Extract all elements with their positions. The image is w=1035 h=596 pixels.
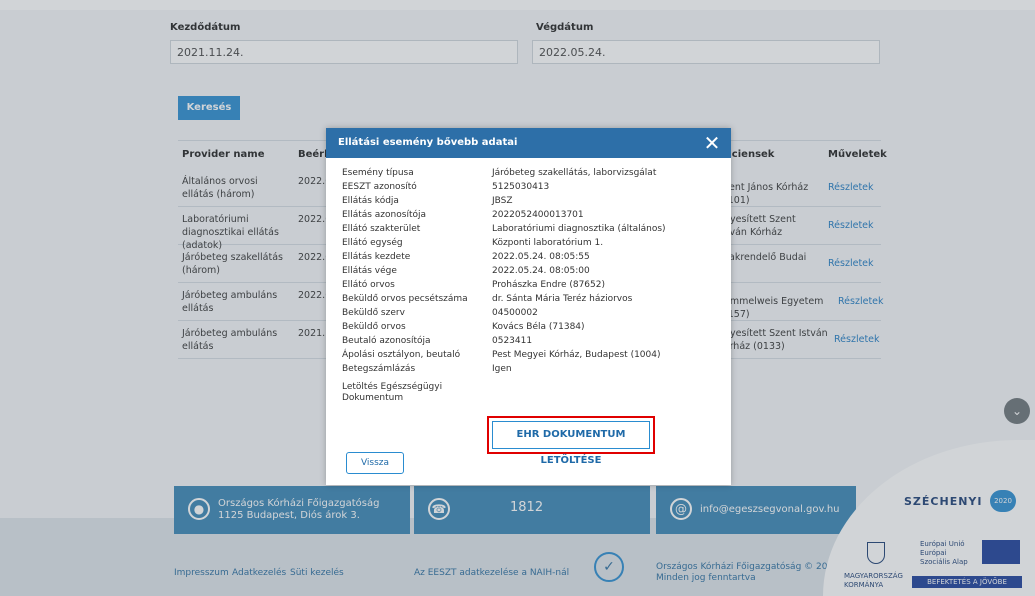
field-value: JBSZ <box>492 196 513 206</box>
field-value: 2022.05.24. 08:05:00 <box>492 266 590 276</box>
field-value: 2022052400013701 <box>492 210 584 220</box>
field-value: dr. Sánta Mária Teréz háziorvos <box>492 294 633 304</box>
modal-header: Ellátási esemény bővebb adatai ✕ <box>326 128 731 158</box>
field-label: Ellátás azonosítója <box>342 210 426 220</box>
field-label: Esemény típusa <box>342 168 414 178</box>
field-label: Ellátás kezdete <box>342 252 411 262</box>
field-label: Ellátó szakterület <box>342 224 421 234</box>
field-value: Laboratóriumi diagnosztika (általános) <box>492 224 666 234</box>
field-label: Beküldő orvos <box>342 322 406 332</box>
back-button[interactable]: Vissza <box>346 452 404 474</box>
field-label: Ellátó orvos <box>342 280 395 290</box>
field-label: Ellátás kódja <box>342 196 399 206</box>
ehr-download-button[interactable]: EHR DOKUMENTUM LETÖLTÉSE <box>492 421 650 466</box>
page-background: Kezdődátum 2021.11.24. Végdátum 2022.05.… <box>0 0 1035 596</box>
field-label: Betegszámlázás <box>342 364 416 374</box>
field-label: Letöltés Egészségügyi Dokumentum <box>342 382 443 403</box>
field-value: Kovács Béla (71384) <box>492 322 585 332</box>
field-value: Prohászka Endre (87652) <box>492 280 605 290</box>
field-value: Pest Megyei Kórház, Budapest (1004) <box>492 350 661 360</box>
field-value: Járóbeteg szakellátás, laborvizsgálat <box>492 168 657 178</box>
field-label: Ellátó egység <box>342 238 403 248</box>
field-value: 2022.05.24. 08:05:55 <box>492 252 590 262</box>
field-value: Központi laboratórium 1. <box>492 238 604 248</box>
field-value: 0523411 <box>492 336 533 346</box>
field-label: Beküldő orvos pecsétszáma <box>342 294 468 304</box>
modal-title: Ellátási esemény bővebb adatai <box>338 137 518 148</box>
field-value: Igen <box>492 364 512 374</box>
field-label: Beküldő szerv <box>342 308 405 318</box>
field-value: 5125030413 <box>492 182 550 192</box>
field-value: 04500002 <box>492 308 538 318</box>
field-label: Beutaló azonosítója <box>342 336 431 346</box>
close-icon[interactable]: ✕ <box>701 132 723 154</box>
field-label: EESZT azonosító <box>342 182 417 192</box>
field-label: Ápolási osztályon, beutaló <box>342 350 461 360</box>
field-label: Ellátás vége <box>342 266 397 276</box>
